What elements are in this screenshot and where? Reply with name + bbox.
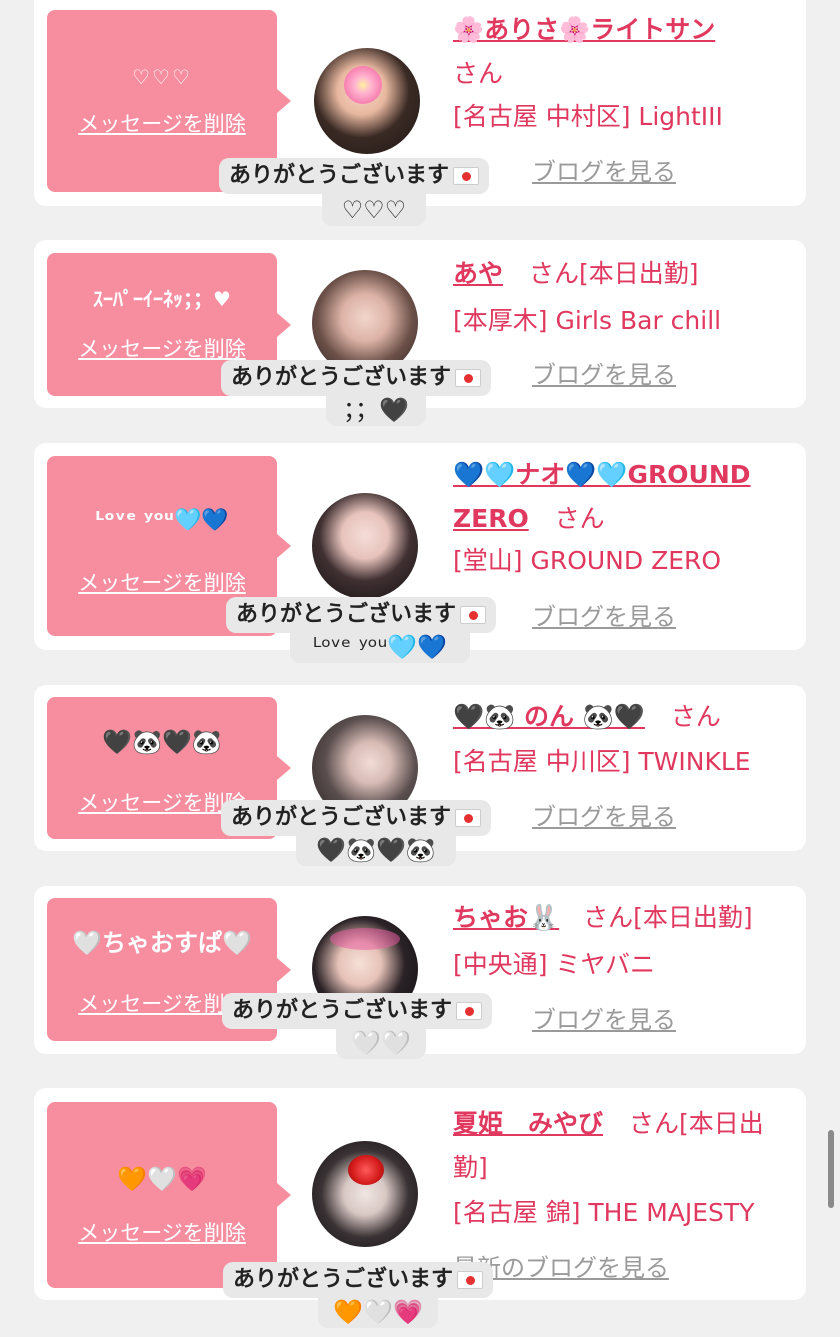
bubble-message: 🖤🐼🖤🐼 <box>102 728 222 756</box>
avatar[interactable] <box>314 48 420 154</box>
thanks-text: ありがとうございます <box>232 998 453 1023</box>
reply-extra: 🖤🐼🖤🐼 <box>296 834 456 866</box>
blog-link[interactable]: ブログを見る <box>532 1005 676 1035</box>
blog-link[interactable]: ブログを見る <box>532 802 676 832</box>
thanks-reply: ありがとうございます <box>221 800 492 836</box>
bubble-message: ᴸᵒᵛᵉ ʸᵒᵘ🩵💙 <box>95 508 229 533</box>
envelope-heart-icon <box>453 167 480 185</box>
blog-link[interactable]: ブログを見る <box>532 157 676 187</box>
cast-info: 💙🩵ナオ💙🩵GROUND ZERO さん <box>453 453 798 541</box>
shop-label: [名古屋 中村区] LightIII <box>453 102 723 131</box>
thanks-reply: ありがとうございます <box>222 993 493 1029</box>
cast-info: あや さん[本日出勤] <box>453 252 798 296</box>
thanks-reply: ありがとうございます <box>226 597 497 633</box>
shop-label: [堂山] GROUND ZERO <box>453 546 722 575</box>
bubble-message: 🤍ちゃおすぱ🤍 <box>72 929 252 957</box>
cast-suffix: さん <box>453 59 504 88</box>
delete-message-link[interactable]: メッセージを削除 <box>47 110 277 138</box>
shop-label: [本厚木] Girls Bar chill <box>453 306 722 335</box>
cast-info: 🌸ありさ🌸ライトサン さん <box>453 8 798 96</box>
bubble-message: ｽｰﾊﾟｰｲｰﾈｯ；；♥ <box>93 287 231 311</box>
thanks-text: ありがとうございます <box>236 602 457 627</box>
envelope-heart-icon <box>456 1002 483 1020</box>
cast-suffix: さん[本日出勤] <box>583 903 753 932</box>
reply-extra: ♡♡♡ <box>322 194 426 226</box>
cast-suffix: さん <box>670 702 721 731</box>
envelope-heart-icon <box>457 1271 484 1289</box>
thanks-text: ありがとうございます <box>231 805 452 830</box>
bubble-message: ♡♡♡ <box>132 65 192 89</box>
cast-name-link[interactable]: 夏姫 みやび <box>453 1109 603 1138</box>
cast-info: ちゃお🐰 さん[本日出勤] <box>453 896 798 940</box>
shop-label: [名古屋 錦] THE MAJESTY <box>453 1198 755 1227</box>
envelope-heart-icon <box>455 809 482 827</box>
reply-extra: ；；🖤 <box>326 394 426 426</box>
cast-info: 夏姫 みやび さん[本日出勤] <box>453 1102 798 1190</box>
shop-label: [中央通] ミヤバニ <box>453 950 655 979</box>
delete-message-link[interactable]: メッセージを削除 <box>47 569 277 597</box>
flower-sticker-icon <box>344 66 382 104</box>
thanks-text: ありがとうございます <box>233 1267 454 1292</box>
cast-name-link[interactable]: あや <box>453 259 503 288</box>
reply-extra: 🧡🤍💗 <box>318 1296 438 1328</box>
cast-name-link[interactable]: ちゃお🐰 <box>453 903 559 932</box>
reply-extra: ᴸᵒᵛᵉ ʸᵒᵘ🩵💙 <box>290 631 470 663</box>
blog-link[interactable]: ブログを見る <box>532 360 676 390</box>
cast-info: 🖤🐼 のん 🐼🖤 さん <box>453 695 798 739</box>
message-bubble: 🧡🤍💗 メッセージを削除 <box>47 1102 291 1288</box>
avatar[interactable] <box>312 493 418 599</box>
scrollbar[interactable] <box>828 1130 834 1208</box>
hair-highlight <box>330 928 400 950</box>
thanks-text: ありがとうございます <box>231 365 452 390</box>
envelope-heart-icon <box>455 369 482 387</box>
rose-sticker-icon <box>348 1155 384 1185</box>
thanks-reply: ありがとうございます <box>219 158 490 194</box>
reply-extra: 🤍🤍 <box>336 1027 426 1059</box>
cast-name-link[interactable]: 🖤🐼 のん 🐼🖤 <box>453 702 645 731</box>
blog-link[interactable]: ブログを見る <box>532 602 676 632</box>
thanks-reply: ありがとうございます <box>221 360 492 396</box>
envelope-heart-icon <box>460 606 487 624</box>
thanks-reply: ありがとうございます <box>223 1262 494 1298</box>
cast-suffix: さん <box>554 504 605 533</box>
shop-label: [名古屋 中川区] TWINKLE <box>453 747 751 776</box>
cast-name-link[interactable]: 🌸ありさ🌸ライトサン <box>453 15 715 44</box>
avatar[interactable] <box>312 1141 418 1247</box>
thanks-text: ありがとうございます <box>229 163 450 188</box>
delete-message-link[interactable]: メッセージを削除 <box>47 1219 277 1247</box>
cast-suffix: さん[本日出勤] <box>528 259 699 288</box>
delete-message-link[interactable]: メッセージを削除 <box>47 335 277 363</box>
bubble-message: 🧡🤍💗 <box>117 1165 207 1193</box>
